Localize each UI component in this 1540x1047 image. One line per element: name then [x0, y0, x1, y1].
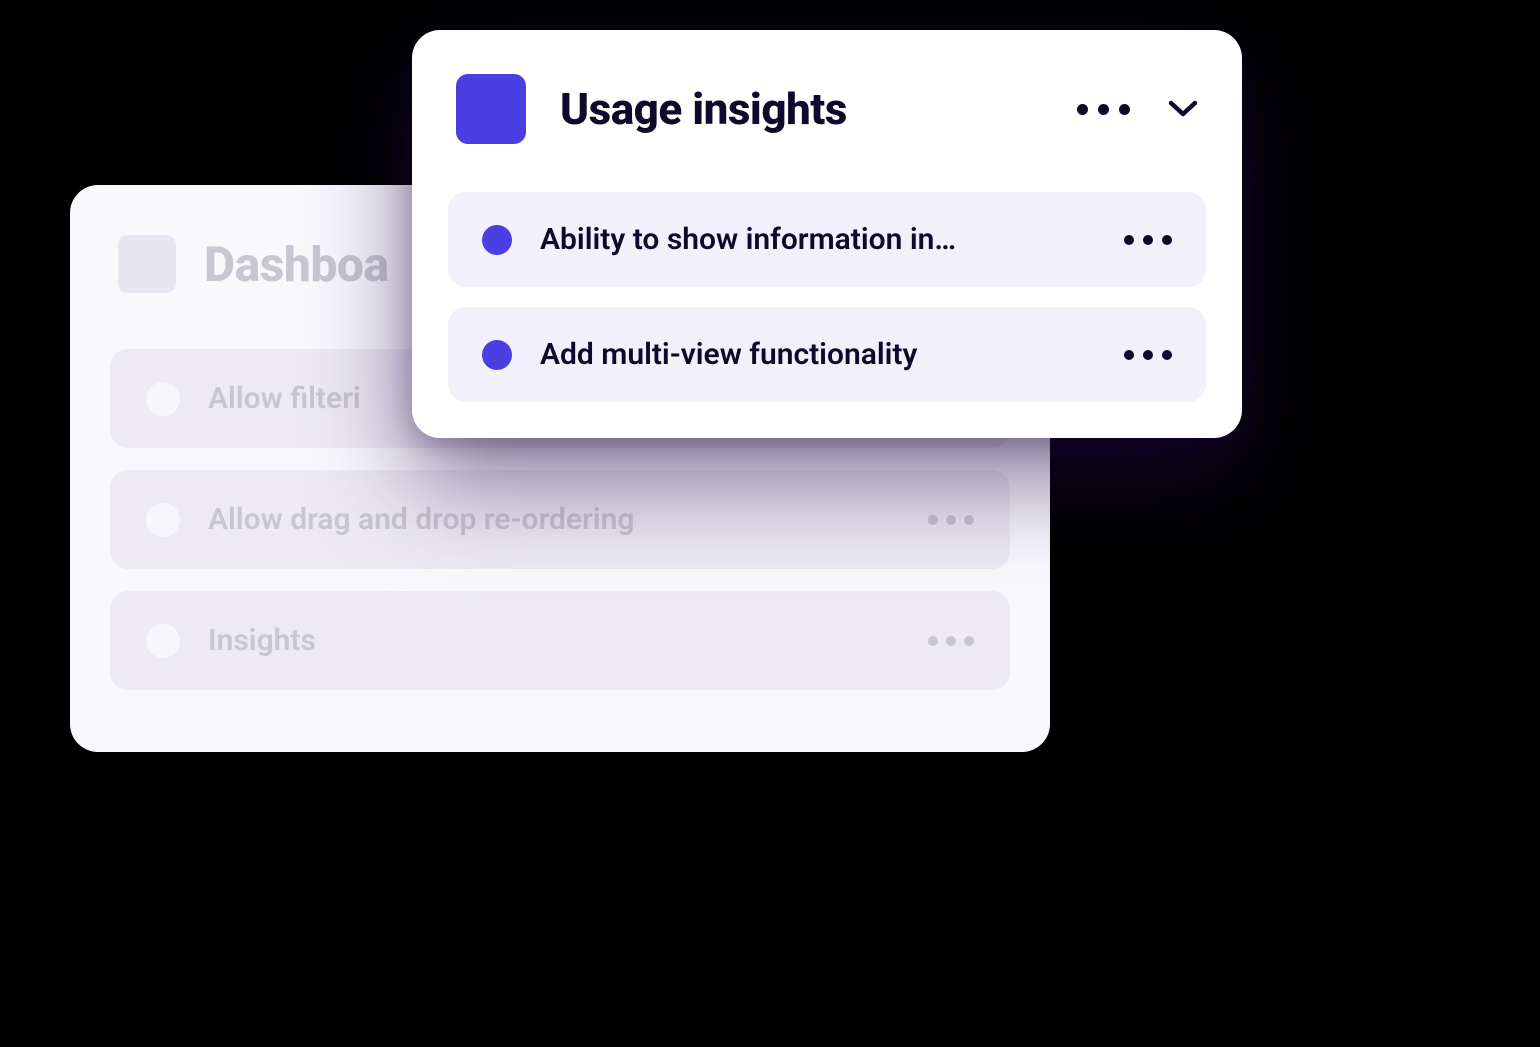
more-options-icon[interactable]: [928, 636, 974, 646]
card-header-actions: [1077, 100, 1198, 118]
list-item[interactable]: Ability to show information in…: [448, 192, 1206, 287]
status-dot-icon: [482, 340, 512, 370]
background-card-title: Dashboa: [204, 236, 389, 293]
more-options-icon[interactable]: [928, 515, 974, 525]
more-options-icon[interactable]: [1124, 350, 1172, 360]
status-dot-icon: [482, 225, 512, 255]
list-item[interactable]: Allow drag and drop re-ordering: [110, 470, 1010, 569]
foreground-card-header: Usage insights: [448, 74, 1206, 144]
list-item[interactable]: Add multi-view functionality: [448, 307, 1206, 402]
more-options-icon[interactable]: [1124, 235, 1172, 245]
status-dot-icon: [146, 503, 180, 537]
color-swatch-icon[interactable]: [456, 74, 526, 144]
collapse-chevron-icon[interactable]: [1168, 100, 1198, 118]
list-item[interactable]: Insights: [110, 591, 1010, 690]
more-options-icon[interactable]: [1077, 104, 1130, 115]
list-item-label: Allow drag and drop re-ordering: [208, 502, 900, 537]
list-item-label: Add multi-view functionality: [540, 337, 1096, 372]
status-dot-icon: [146, 382, 180, 416]
foreground-card-usage-insights: Usage insights Ability to show informati…: [412, 30, 1242, 438]
color-swatch-icon: [118, 235, 176, 293]
status-dot-icon: [146, 624, 180, 658]
list-item-label: Insights: [208, 623, 900, 658]
foreground-card-title: Usage insights: [560, 83, 1077, 135]
list-item-label: Ability to show information in…: [540, 222, 1096, 257]
